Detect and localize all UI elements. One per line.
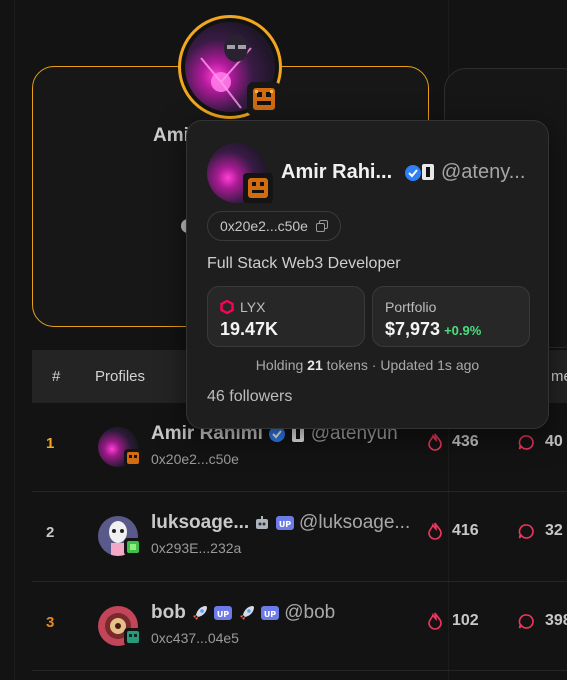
rank-column-header: # [52, 368, 61, 385]
fire-stat: 102 [428, 612, 479, 630]
comment-stat: 32 [518, 522, 563, 540]
holding-prefix: Holding [255, 357, 308, 373]
avatar-badge-icon [124, 449, 142, 467]
copy-address-button[interactable]: 0x20e2...c50e [207, 211, 341, 241]
fire-icon [428, 433, 442, 451]
portfolio-change: +0.9% [444, 323, 482, 338]
fire-stat: 416 [428, 522, 479, 540]
row-divider [32, 670, 567, 671]
holding-count: 21 [307, 357, 323, 373]
portfolio-box: Portfolio $7,973 +0.9% [372, 286, 530, 347]
robot-icon [256, 515, 269, 529]
profile-name[interactable]: luksoage... [151, 512, 249, 533]
rank-number: 1 [46, 435, 55, 452]
comment-stat: 40 [518, 433, 563, 451]
featured-profile-name: Ami [153, 125, 189, 146]
avatar-badge-icon [124, 538, 142, 556]
svg-text:UP: UP [264, 610, 276, 619]
avatar-badge-icon [124, 628, 142, 646]
avatar-badge-icon [247, 82, 281, 116]
fire-stat: 436 [428, 433, 479, 451]
rank-number: 2 [46, 524, 55, 541]
lyx-balance-box: LYX 19.47K [207, 286, 365, 347]
verified-icon [404, 164, 421, 181]
lyx-label: LYX [240, 299, 266, 315]
profile-name-line[interactable]: luksoage... UP @luksoage... [151, 512, 410, 534]
profile-hover-card[interactable]: Amir Rahi... @ateny... 0x20e2...c50e Ful… [186, 120, 549, 429]
comment-icon [518, 434, 534, 450]
up-badge-icon: UP [214, 605, 233, 620]
fire-count: 416 [452, 522, 479, 539]
profile-address: 0x293E...232a [151, 540, 242, 556]
comment-icon [518, 613, 534, 629]
fire-count: 102 [452, 612, 479, 629]
portfolio-value: $7,973 [385, 319, 441, 339]
comment-count: 32 [545, 522, 563, 539]
profile-tag-icon [422, 164, 434, 180]
comment-icon [518, 523, 534, 539]
comment-stat: 398 [518, 612, 567, 630]
lyx-value: 19.47K [220, 319, 279, 339]
profile-handle: @bob [284, 602, 336, 623]
profiles-column-header[interactable]: Profiles [95, 368, 145, 385]
comment-count: 40 [545, 433, 563, 450]
table-row[interactable]: 3 bob UP UP @bob 0xc437...04e5 102 398 [32, 582, 567, 670]
rank-number: 3 [46, 614, 55, 631]
fire-icon [428, 522, 442, 540]
rocket-icon [239, 605, 254, 620]
profile-address: 0x20e2...c50e [151, 451, 239, 467]
fire-icon [428, 612, 442, 630]
popover-bio: Full Stack Web3 Developer [207, 255, 401, 272]
svg-text:UP: UP [217, 610, 229, 619]
comment-count: 398 [545, 612, 567, 629]
profile-handle: @luksoage... [299, 512, 411, 533]
table-row[interactable]: 2 luksoage... UP @luksoage... 0x293E...2… [32, 492, 567, 580]
followers-count[interactable]: 46 followers [207, 388, 292, 406]
popover-address: 0x20e2...c50e [220, 218, 308, 234]
profile-name[interactable]: bob [151, 602, 186, 623]
up-badge-icon: UP [275, 515, 294, 530]
profile-address: 0xc437...04e5 [151, 630, 239, 646]
up-badge-icon: UP [260, 605, 279, 620]
comments-column-header[interactable]: me [551, 368, 567, 385]
avatar-badge-icon [243, 173, 273, 203]
copy-icon [315, 220, 328, 232]
rocket-icon [193, 605, 208, 620]
svg-text:UP: UP [279, 520, 291, 529]
profile-name-line[interactable]: bob UP UP @bob [151, 602, 335, 624]
fire-count: 436 [452, 433, 479, 450]
portfolio-label: Portfolio [385, 299, 437, 315]
popover-profile-name[interactable]: Amir Rahi... [281, 161, 422, 184]
popover-name-text[interactable]: Amir Rahi... [281, 161, 392, 183]
popover-handle: @ateny... [441, 161, 526, 183]
holding-suffix: tokens · Updated 1s ago [322, 357, 480, 373]
lyx-icon [220, 300, 234, 314]
holding-summary: Holding 21 tokens · Updated 1s ago [187, 357, 548, 373]
